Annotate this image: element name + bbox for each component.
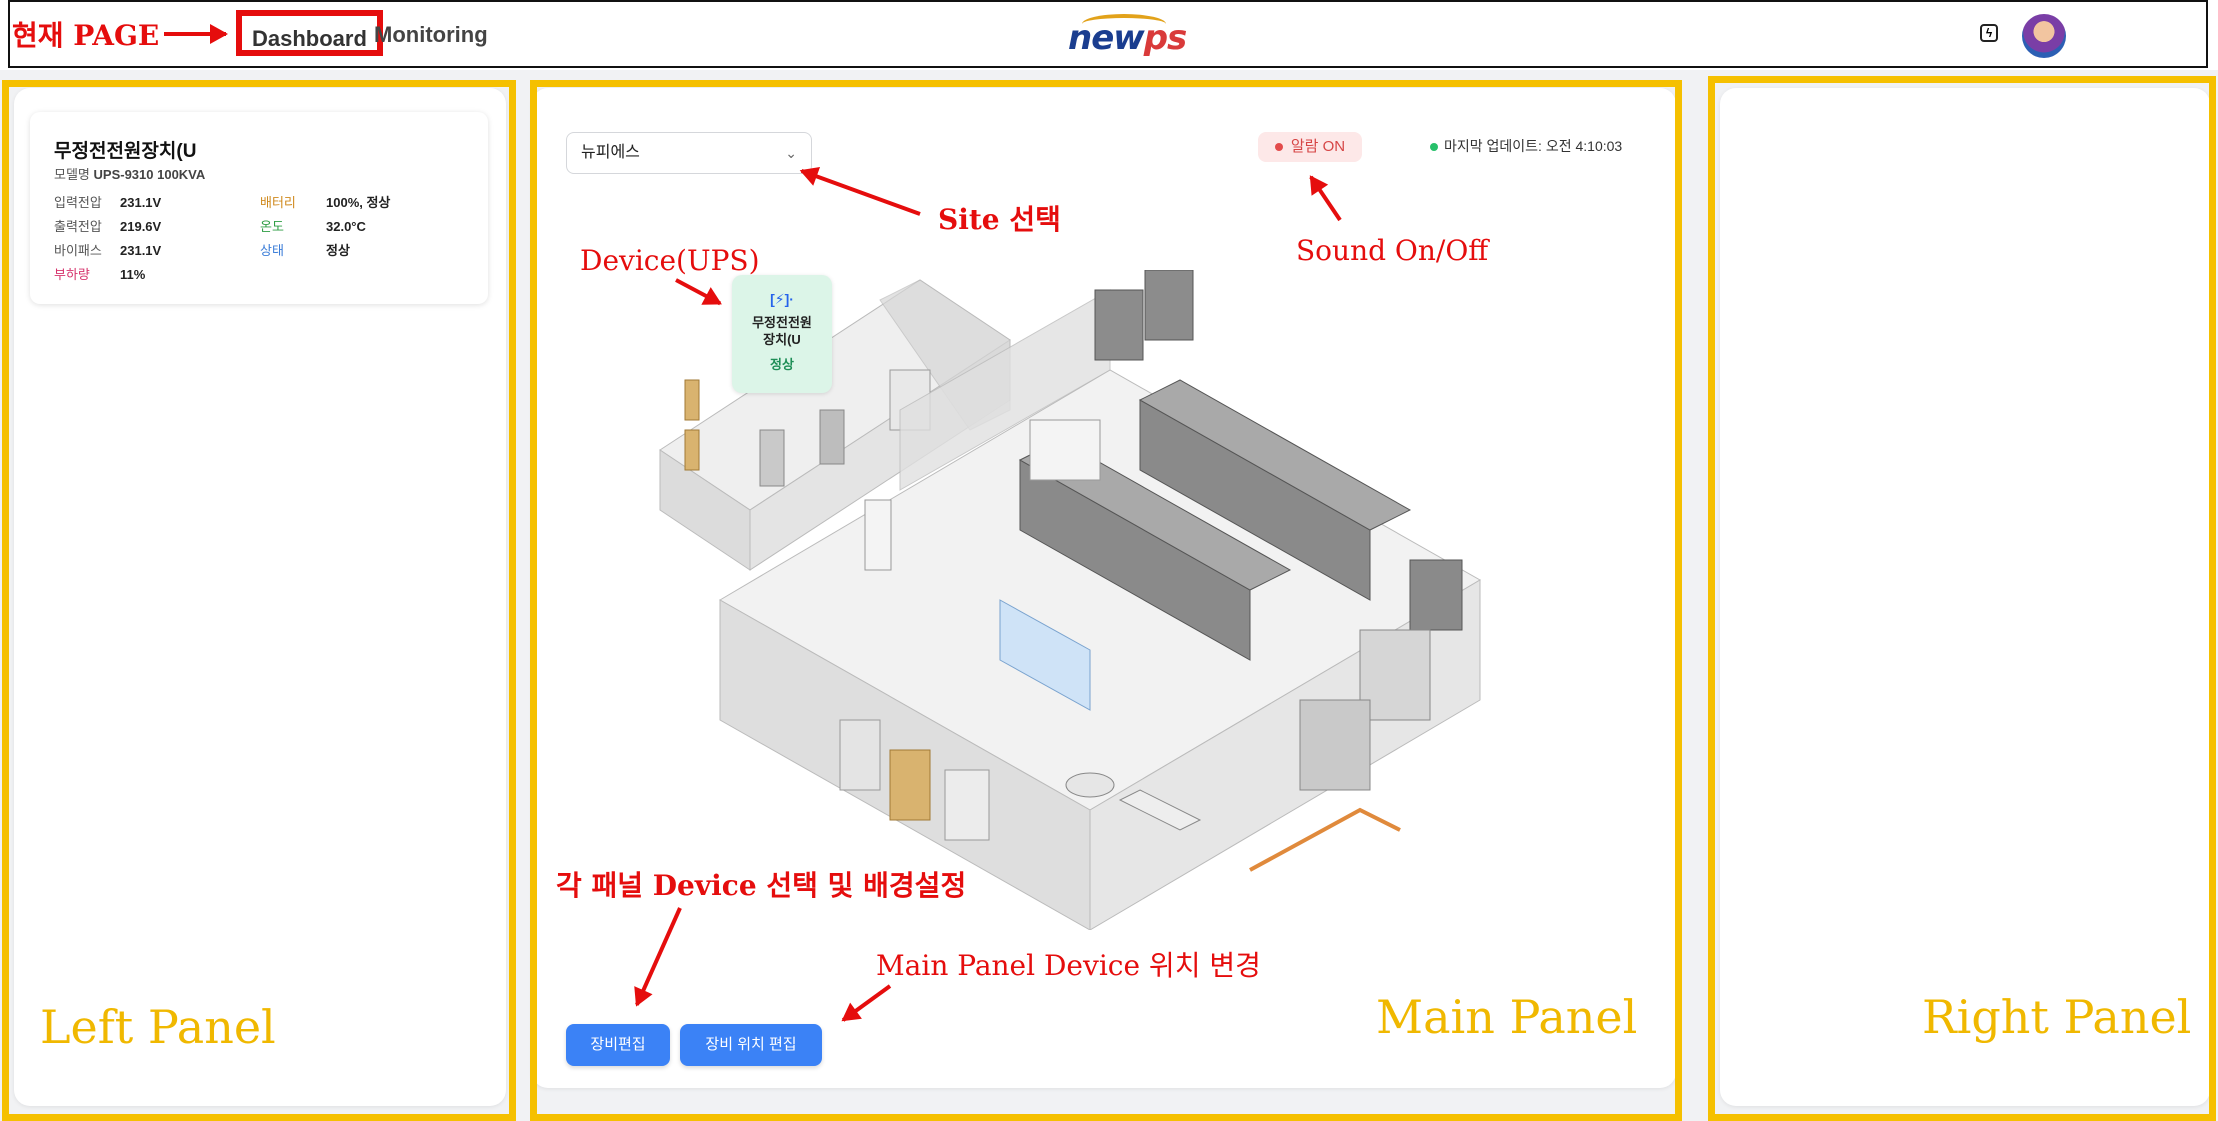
top-navbar: Dashboard Monitoring newps ϟ bbox=[8, 0, 2208, 68]
left-panel-region bbox=[2, 80, 516, 1121]
sound-annotation: Sound On/Off bbox=[1296, 234, 1489, 267]
left-panel-label: Left Panel bbox=[40, 1000, 276, 1054]
site-select-annotation: Site 선택 bbox=[938, 203, 1061, 236]
logo-text: newps bbox=[1068, 18, 1187, 58]
current-page-annotation: 현재 PAGE bbox=[12, 19, 160, 52]
main-panel-label: Main Panel bbox=[1376, 990, 1638, 1044]
right-panel-region bbox=[1708, 76, 2216, 1121]
position-annotation: Main Panel Device 위치 변경 bbox=[876, 949, 1261, 982]
panel-device-annotation: 각 패널 Device 선택 및 배경설정 bbox=[556, 869, 967, 902]
nav-monitoring[interactable]: Monitoring bbox=[374, 22, 488, 48]
right-panel-label: Right Panel bbox=[1922, 990, 2192, 1044]
newps-logo: newps bbox=[1068, 14, 1187, 58]
lightning-icon[interactable]: ϟ bbox=[1980, 24, 1998, 42]
current-page-arrow bbox=[164, 24, 228, 44]
device-ups-annotation: Device(UPS) bbox=[580, 244, 760, 277]
nav-dashboard[interactable]: Dashboard bbox=[236, 10, 383, 56]
user-avatar[interactable] bbox=[2022, 14, 2066, 58]
